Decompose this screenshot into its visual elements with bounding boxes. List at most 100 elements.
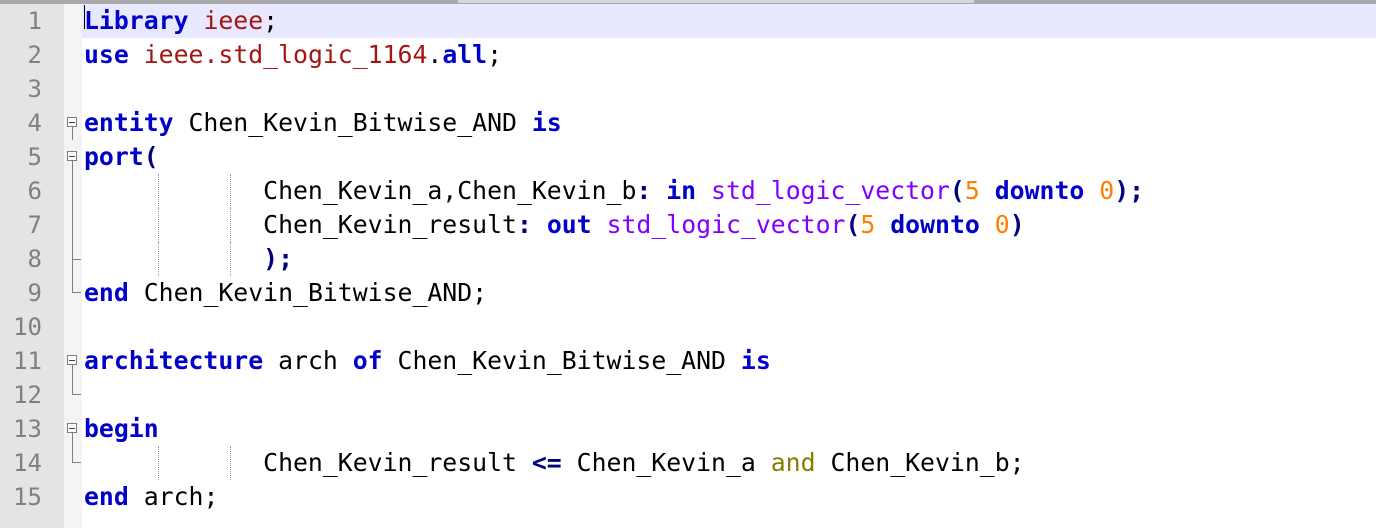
line-number: 4 (27, 109, 42, 137)
code-editor[interactable]: 1 Library ieee; 2 use ieee.std_logic_1164.a… (0, 0, 1376, 528)
code-token: architecture (84, 346, 264, 375)
code-token: end (84, 482, 129, 511)
code-token: std_logic_vector (711, 176, 950, 205)
code-line-6[interactable]: 6 Chen_Kevin_a,Chen_Kevin_b: in std_logi… (0, 174, 1376, 208)
code-text[interactable]: Chen_Kevin_result: out std_logic_vector(… (84, 208, 1025, 242)
code-text[interactable]: use ieee.std_logic_1164.all; (84, 38, 502, 72)
code-token: : (516, 210, 532, 239)
code-text[interactable]: ); (84, 242, 293, 276)
code-token: downto (994, 176, 1085, 205)
code-line-4[interactable]: 4 entity Chen_Kevin_Bitwise_AND is (0, 106, 1376, 140)
code-line-13[interactable]: 13 begin (0, 412, 1376, 446)
text-caret (84, 5, 85, 29)
code-line-10[interactable]: 10 (0, 310, 1376, 344)
code-line-8[interactable]: 8 ); (0, 242, 1376, 276)
code-line-5[interactable]: 5 port( (0, 140, 1376, 174)
fold-toggle-icon[interactable] (67, 355, 77, 365)
code-token: ) (1009, 210, 1025, 239)
fold-line (72, 208, 73, 242)
code-token: arch; (128, 482, 219, 511)
fold-end-tick (72, 259, 81, 260)
line-number: 8 (27, 245, 42, 273)
fold-end-marker (72, 446, 81, 463)
code-line-2[interactable]: 2 use ieee.std_logic_1164.all; (0, 38, 1376, 72)
line-number: 10 (13, 313, 42, 341)
fold-line (72, 127, 73, 140)
code-token: Chen_Kevin_result (84, 210, 517, 239)
code-token: ieee (203, 6, 264, 35)
line-number: 1 (27, 7, 42, 35)
line-number: 5 (27, 143, 42, 171)
code-text[interactable]: Chen_Kevin_a,Chen_Kevin_b: in std_logic_… (84, 174, 1144, 208)
code-text[interactable]: end Chen_Kevin_Bitwise_AND; (84, 276, 487, 310)
code-line-1[interactable]: 1 Library ieee; (0, 4, 1376, 38)
line-number: 12 (13, 381, 42, 409)
horizontal-scrollbar-thumb[interactable] (458, 0, 974, 3)
code-text[interactable]: end arch; (84, 480, 218, 514)
fold-line (72, 365, 73, 378)
code-token: <= (531, 448, 562, 477)
code-token: Chen_Kevin_b; (815, 448, 1025, 477)
code-token: 0 (1099, 176, 1115, 205)
fold-toggle-icon[interactable] (67, 151, 77, 161)
code-line-9[interactable]: 9 end Chen_Kevin_Bitwise_AND; (0, 276, 1376, 310)
code-token: use (84, 40, 129, 69)
code-line-15[interactable]: 15 end arch; (0, 480, 1376, 514)
code-text[interactable]: begin (84, 412, 159, 446)
fold-end-marker (72, 276, 81, 293)
line-number: 2 (27, 41, 42, 69)
code-token: Chen_Kevin_a (561, 448, 771, 477)
code-line-12[interactable]: 12 (0, 378, 1376, 412)
code-line-7[interactable]: 7 Chen_Kevin_result: out std_logic_vecto… (0, 208, 1376, 242)
code-token: Chen_Kevin_Bitwise_AND (173, 108, 532, 137)
fold-toggle-icon[interactable] (67, 117, 77, 127)
code-token: ( (949, 176, 965, 205)
fold-end-marker (72, 378, 81, 395)
code-token: is (740, 346, 771, 375)
code-line-3[interactable]: 3 (0, 72, 1376, 106)
fold-line (72, 161, 73, 174)
code-token: in (666, 176, 697, 205)
code-lines: 1 Library ieee; 2 use ieee.std_logic_1164.a… (0, 4, 1376, 514)
code-text[interactable]: entity Chen_Kevin_Bitwise_AND is (84, 106, 562, 140)
code-text[interactable]: port( (84, 140, 159, 174)
fold-line (72, 433, 73, 446)
code-token: entity (84, 108, 174, 137)
code-line-14[interactable]: 14 Chen_Kevin_result <= Chen_Kevin_a and… (0, 446, 1376, 480)
line-number: 9 (27, 279, 42, 307)
code-token: of (352, 346, 383, 375)
code-token: ; (487, 40, 503, 69)
code-token: std_logic_vector (606, 210, 846, 239)
code-token: : (636, 176, 652, 205)
line-number: 3 (27, 75, 42, 103)
line-number: 14 (13, 449, 42, 477)
code-token: Chen_Kevin_result (84, 448, 532, 477)
code-token: . (427, 40, 443, 69)
code-text[interactable]: Library ieee; (84, 4, 278, 38)
code-line-11[interactable]: 11 architecture arch of Chen_Kevin_Bitwis… (0, 344, 1376, 378)
code-token: 5 (860, 210, 876, 239)
code-token: ; (263, 6, 279, 35)
code-token: 5 (964, 176, 980, 205)
code-token: ieee.std_logic_1164 (143, 40, 428, 69)
code-token: Chen_Kevin_Bitwise_AND; (128, 278, 488, 307)
fold-toggle-icon[interactable] (67, 423, 77, 433)
code-token: ); (263, 244, 294, 273)
code-text[interactable]: Chen_Kevin_result <= Chen_Kevin_a and Ch… (84, 446, 1025, 480)
code-token: arch (263, 346, 353, 375)
code-token: ( (845, 210, 861, 239)
code-token: ( (143, 142, 159, 171)
code-token: begin (84, 414, 159, 443)
code-token: is (531, 108, 562, 137)
code-token: Chen_Kevin_Bitwise_AND (382, 346, 741, 375)
line-number: 6 (27, 177, 42, 205)
code-text[interactable]: architecture arch of Chen_Kevin_Bitwise_… (84, 344, 771, 378)
